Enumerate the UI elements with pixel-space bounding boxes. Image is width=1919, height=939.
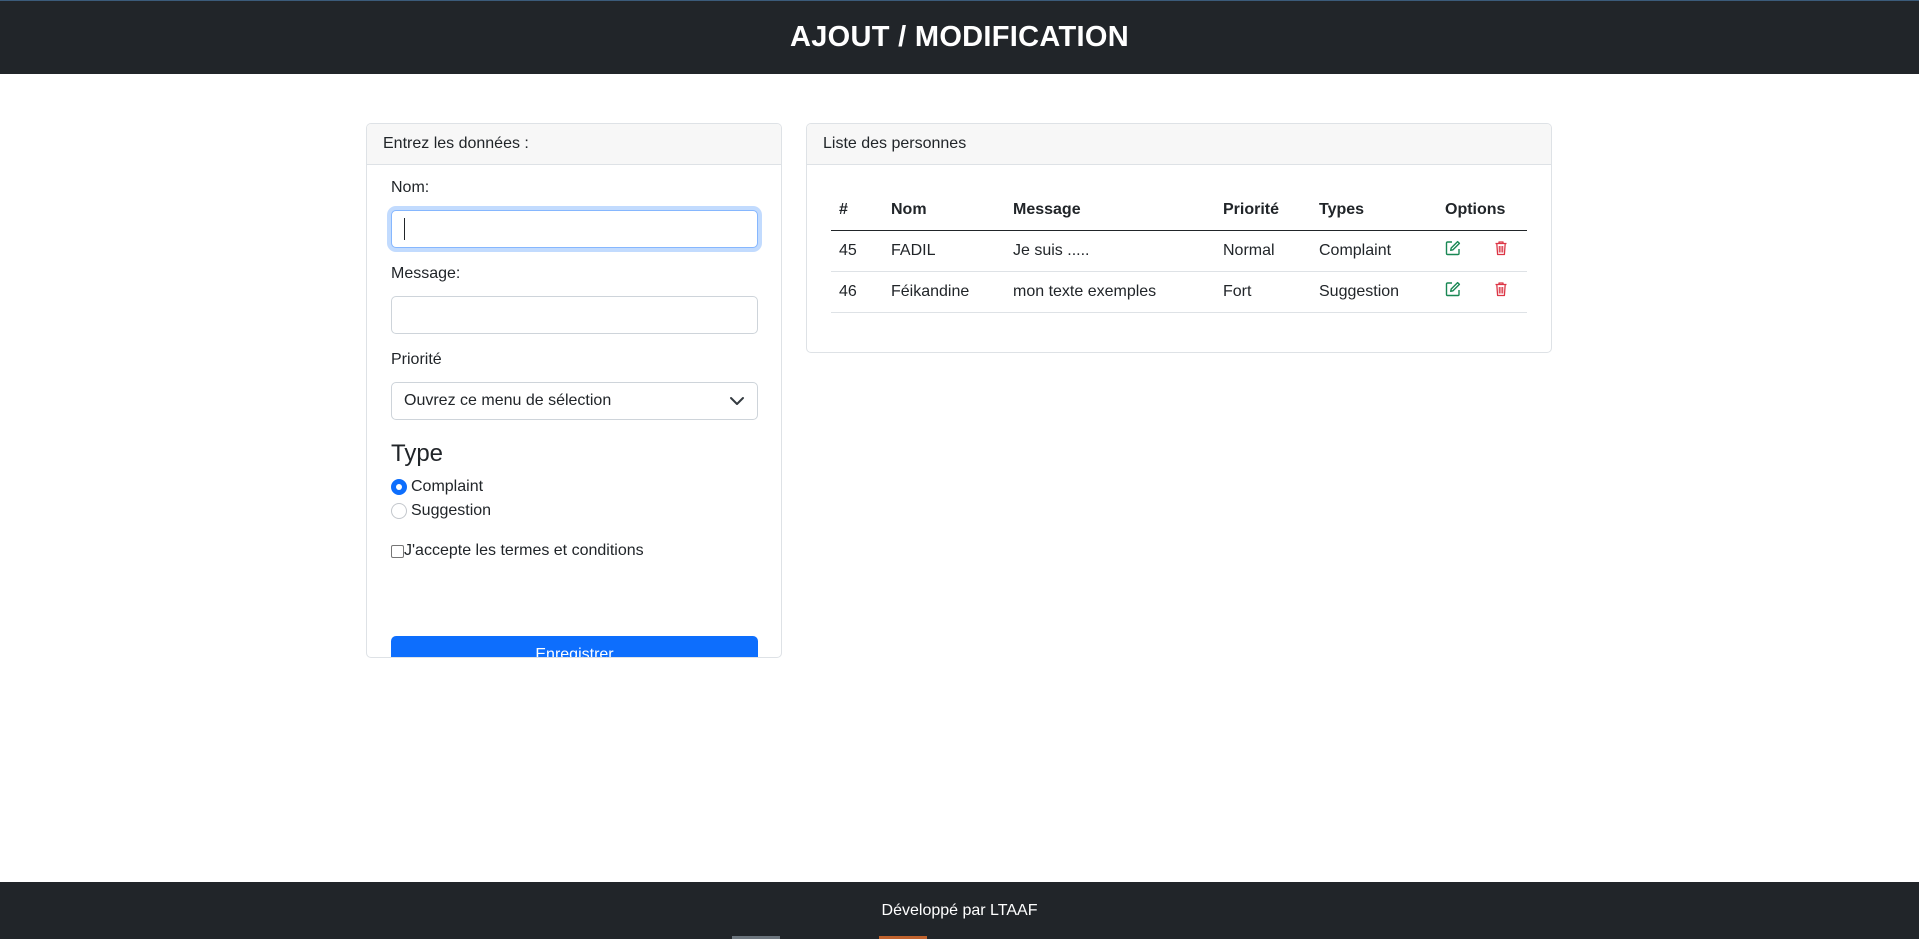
cell-id: 45 <box>831 230 883 272</box>
radio-complaint-label: Complaint <box>411 478 484 495</box>
message-input[interactable] <box>391 296 758 334</box>
form-card-header: Entrez les données : <box>367 124 781 165</box>
col-types: Types <box>1311 190 1437 231</box>
type-option-complaint[interactable]: Complaint <box>391 478 483 496</box>
priorite-label: Priorité <box>391 351 442 368</box>
nom-input[interactable] <box>391 210 758 248</box>
priorite-select[interactable]: Ouvrez ce menu de sélection <box>391 382 758 420</box>
col-nom: Nom <box>883 190 1005 231</box>
persons-table: # Nom Message Priorité Types Options 45 … <box>831 190 1527 313</box>
radio-suggestion[interactable] <box>391 503 407 519</box>
cell-priorite: Fort <box>1215 271 1311 313</box>
data-entry-card: Entrez les données : Nom: Message: Prior… <box>366 123 782 658</box>
page-footer: Développé par LTAAF <box>0 882 1919 939</box>
page-title: AJOUT / MODIFICATION <box>790 21 1129 53</box>
type-heading: Type <box>391 440 444 467</box>
cell-nom: Féikandine <box>883 271 1005 313</box>
trash-icon[interactable] <box>1493 240 1511 258</box>
text-caret <box>404 218 405 240</box>
persons-list-card: Liste des personnes # Nom Message Priori… <box>806 123 1552 353</box>
cell-options <box>1437 230 1527 272</box>
enregistrer-button[interactable]: Enregistrer <box>391 636 758 657</box>
chevron-down-icon <box>730 397 744 405</box>
col-message: Message <box>1005 190 1215 231</box>
cell-options <box>1437 271 1527 313</box>
list-card-header: Liste des personnes <box>807 124 1551 165</box>
type-option-suggestion[interactable]: Suggestion <box>391 502 491 520</box>
terms-label: J'accepte les termes et conditions <box>404 542 644 559</box>
radio-suggestion-label: Suggestion <box>411 502 492 519</box>
col-priorite: Priorité <box>1215 190 1311 231</box>
edit-icon[interactable] <box>1445 281 1463 299</box>
cell-message: Je suis ..... <box>1005 230 1215 272</box>
cell-nom: FADIL <box>883 230 1005 272</box>
edit-icon[interactable] <box>1445 240 1463 258</box>
message-label: Message: <box>391 265 461 282</box>
cell-id: 46 <box>831 271 883 313</box>
priorite-selected: Ouvrez ce menu de sélection <box>404 392 612 409</box>
table-row: 45 FADIL Je suis ..... Normal Complaint <box>831 230 1527 272</box>
table-row: 46 Féikandine mon texte exemples Fort Su… <box>831 271 1527 313</box>
cell-type: Complaint <box>1311 230 1437 272</box>
footer-text: Développé par LTAAF <box>881 901 1038 919</box>
col-id: # <box>831 190 883 231</box>
radio-complaint[interactable] <box>391 479 407 495</box>
cell-type: Suggestion <box>1311 271 1437 313</box>
top-navbar: AJOUT / MODIFICATION <box>0 0 1919 74</box>
cell-message: mon texte exemples <box>1005 271 1215 313</box>
cell-priorite: Normal <box>1215 230 1311 272</box>
trash-icon[interactable] <box>1493 281 1511 299</box>
col-options: Options <box>1437 190 1527 231</box>
terms-checkbox[interactable] <box>391 544 404 558</box>
terms-row[interactable]: J'accepte les termes et conditions <box>391 542 644 560</box>
table-header-row: # Nom Message Priorité Types Options <box>831 190 1527 231</box>
nom-label: Nom: <box>391 179 430 196</box>
